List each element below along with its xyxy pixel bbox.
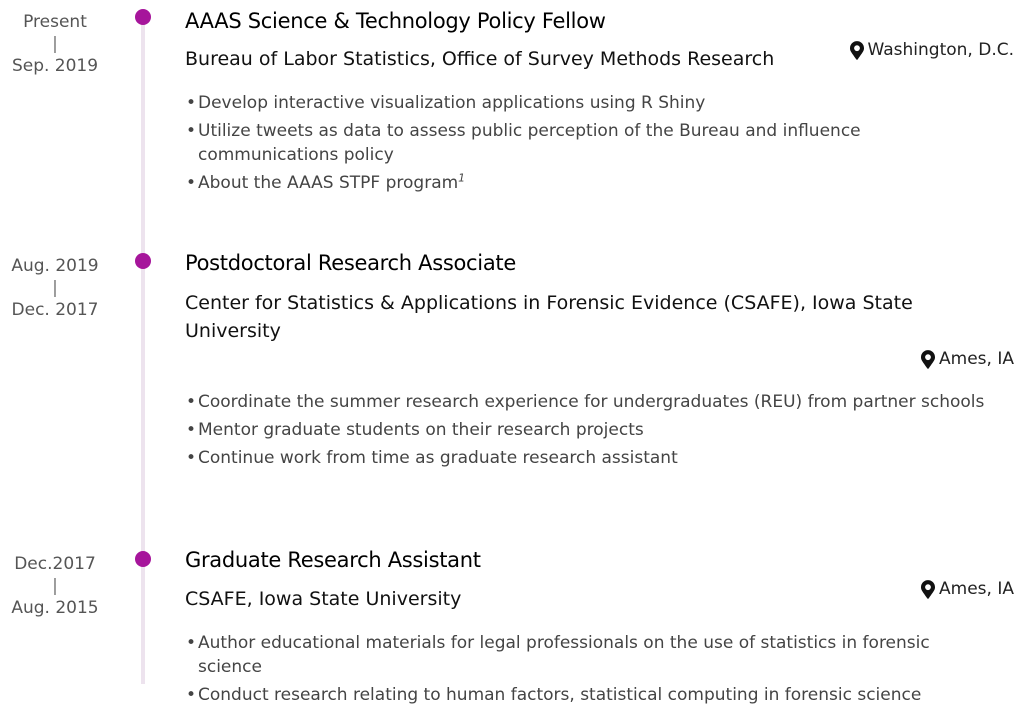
footnote-mark: 1 [458, 171, 466, 185]
list-item[interactable]: About the AAAS STPF program1 [186, 171, 996, 195]
list-item: Utilize tweets as data to assess public … [186, 119, 996, 167]
duties-list: Author educational materials for legal p… [186, 631, 996, 711]
date-end: Present [23, 12, 87, 32]
list-item: Mentor graduate students on their resear… [186, 418, 996, 442]
date-start: Dec. 2017 [11, 300, 99, 320]
date-separator: | [52, 278, 58, 298]
location-text: Ames, IA [939, 349, 1014, 369]
organization-name: Bureau of Labor Statistics, Office of Su… [185, 48, 775, 70]
list-item: Author educational materials for legal p… [186, 631, 996, 679]
list-item: Develop interactive visualization applic… [186, 91, 996, 115]
timeline-line [141, 14, 145, 684]
timeline-dot [135, 253, 151, 269]
map-marker-icon [849, 40, 864, 60]
date-end: Aug. 2019 [11, 256, 99, 276]
map-marker-icon [921, 349, 936, 369]
date-start: Aug. 2015 [11, 598, 99, 618]
position-title: Postdoctoral Research Associate [185, 251, 516, 275]
entry-dates: Present | Sep. 2019 [0, 10, 110, 78]
list-item: Coordinate the summer research experienc… [186, 390, 996, 414]
date-start: Sep. 2019 [11, 56, 99, 76]
date-separator: | [52, 576, 58, 596]
timeline-dot [135, 9, 151, 25]
position-title: Graduate Research Assistant [185, 548, 481, 572]
organization-name: CSAFE, Iowa State University [185, 588, 462, 610]
entry-dates: Dec.2017 | Aug. 2015 [0, 552, 110, 620]
stpf-program-link[interactable]: About the AAAS STPF program [198, 173, 458, 193]
location-text: Washington, D.C. [867, 40, 1014, 60]
entry-dates: Aug. 2019 | Dec. 2017 [0, 254, 110, 322]
map-marker-icon [921, 579, 936, 599]
duties-list: Coordinate the summer research experienc… [186, 390, 996, 474]
timeline-dot [135, 551, 151, 567]
list-item: Continue work from time as graduate rese… [186, 446, 996, 470]
location: Ames, IA [921, 347, 1014, 371]
location-text: Ames, IA [939, 579, 1014, 599]
position-title: AAAS Science & Technology Policy Fellow [185, 9, 606, 33]
date-end: Dec.2017 [14, 554, 96, 574]
list-item: Conduct research relating to human facto… [186, 683, 996, 707]
location: Ames, IA [921, 577, 1014, 601]
duties-list: Develop interactive visualization applic… [186, 91, 996, 199]
location: Washington, D.C. [849, 38, 1014, 62]
organization-name: Center for Statistics & Applications in … [185, 292, 913, 342]
date-separator: | [52, 34, 58, 54]
